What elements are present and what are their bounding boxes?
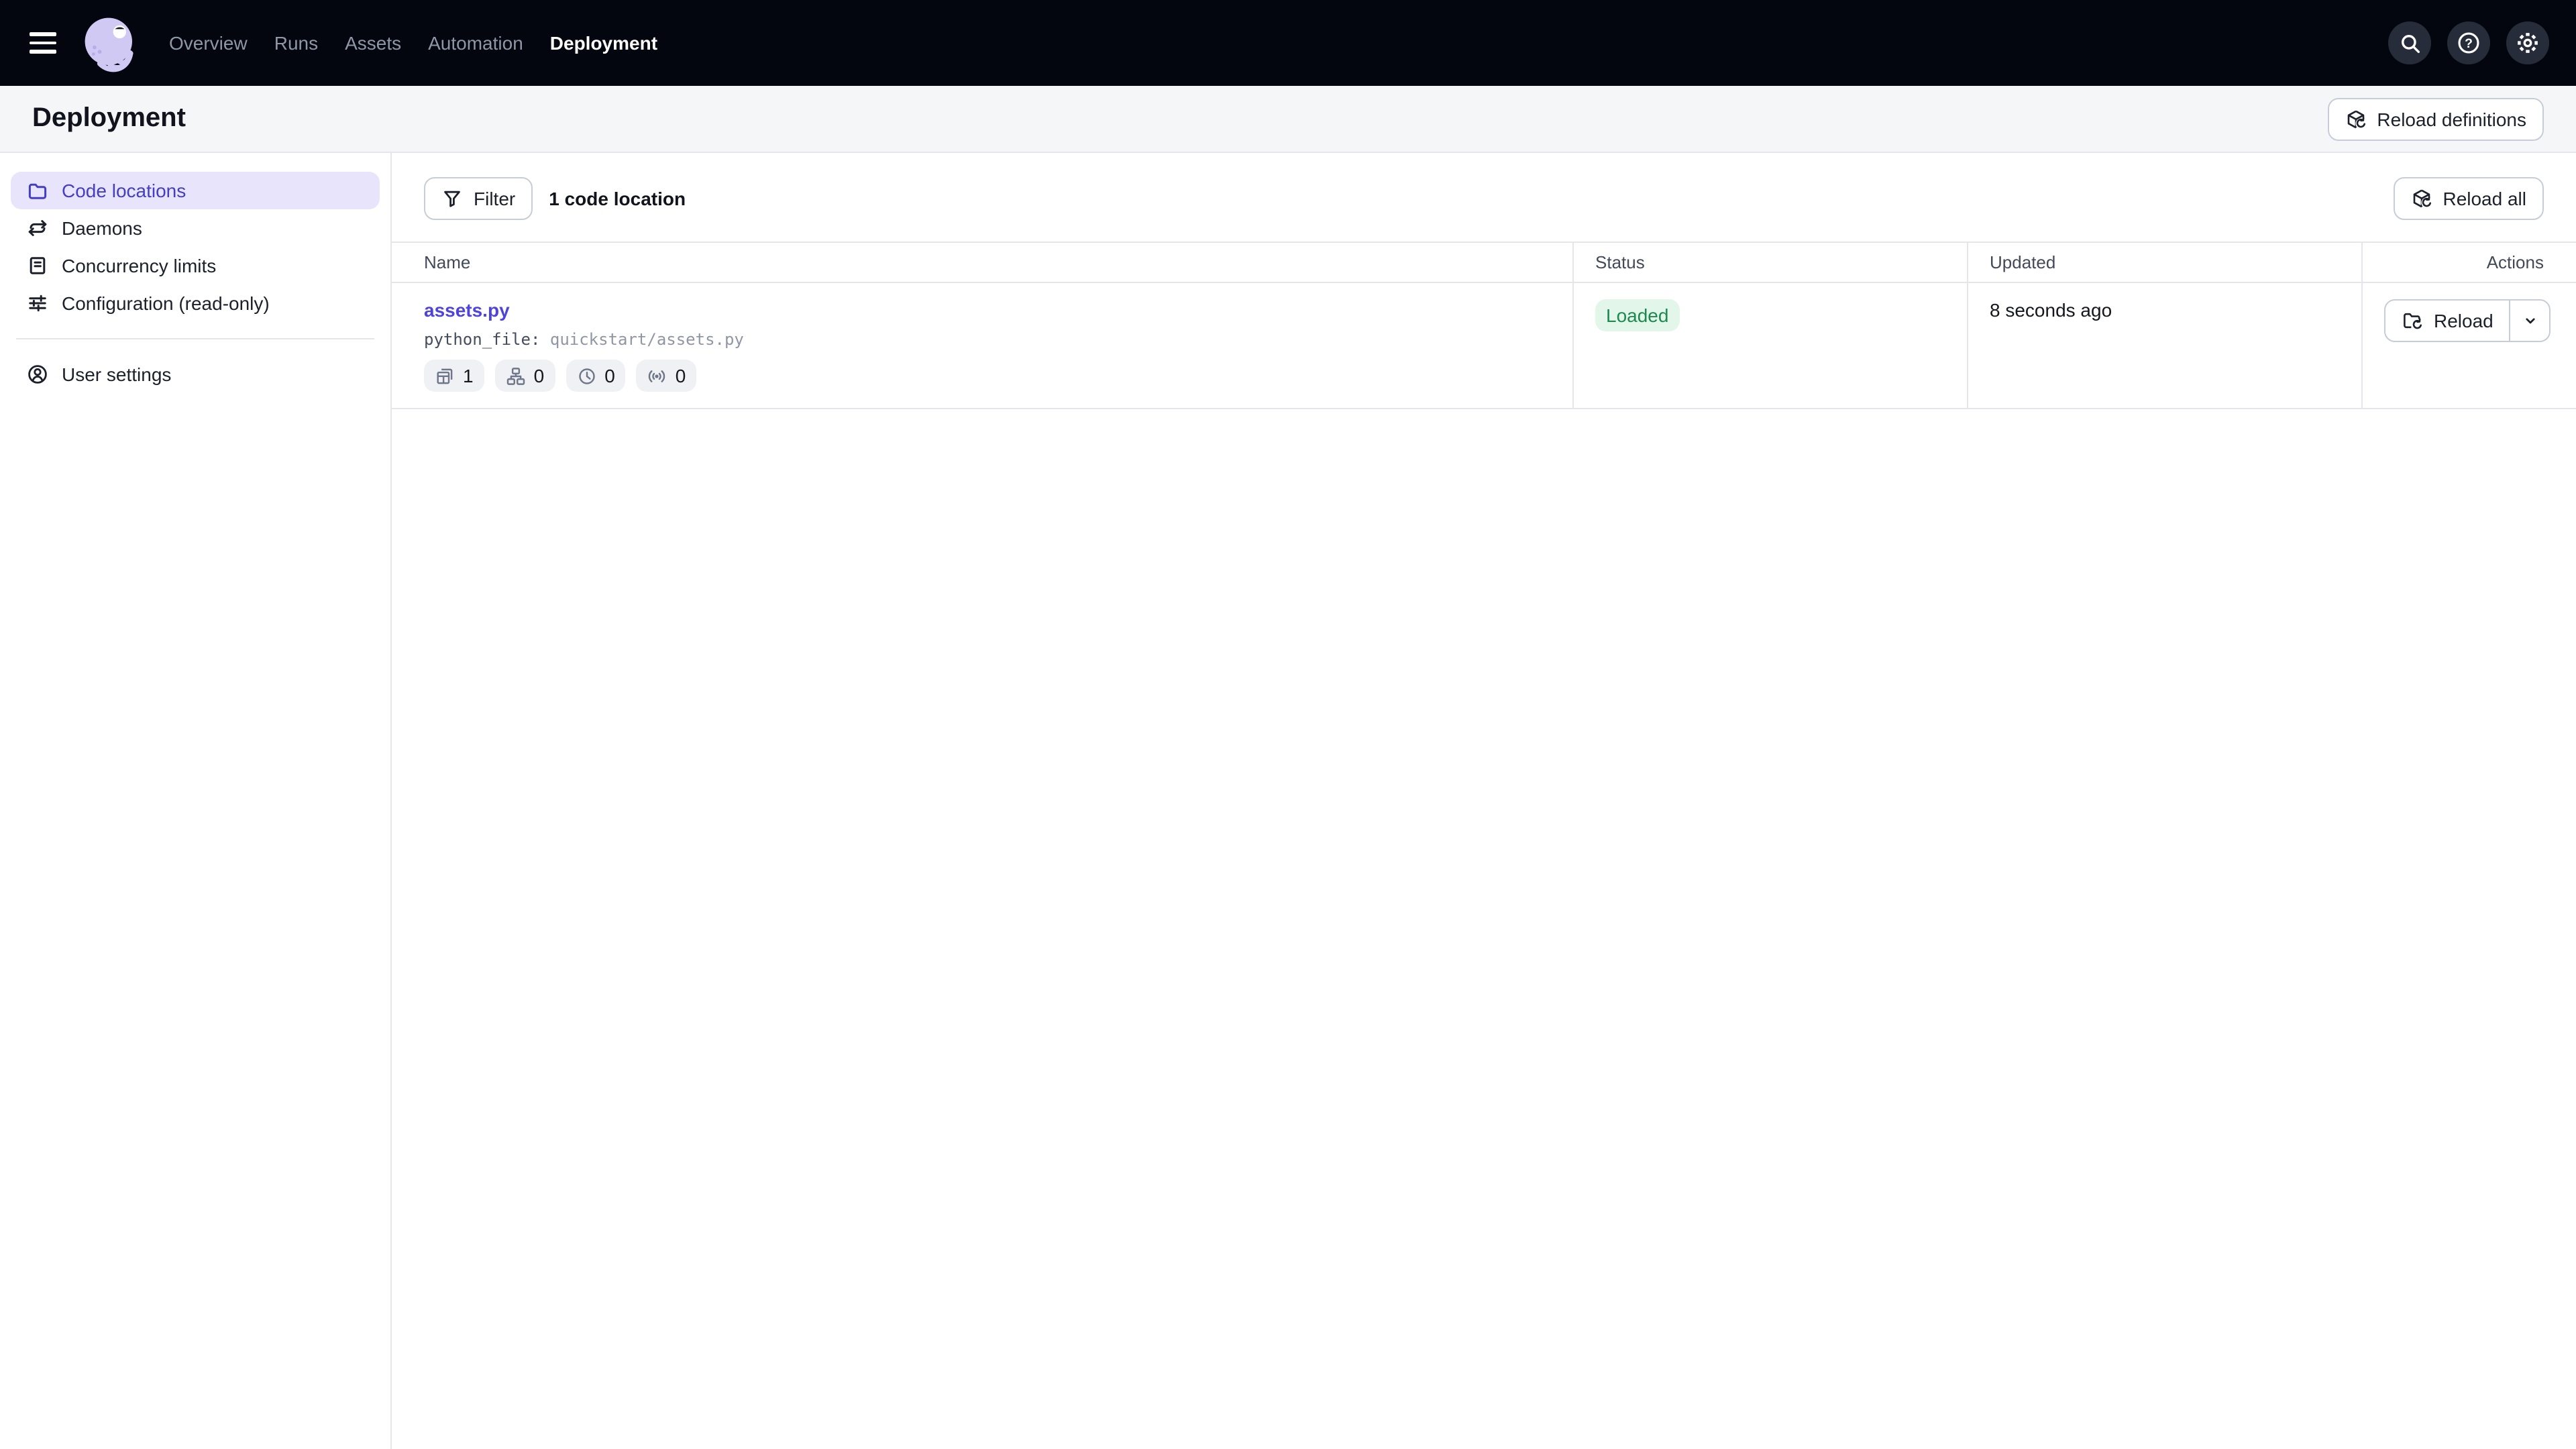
reload-options-button[interactable] <box>2510 301 2550 341</box>
assets-count-badge: 1 <box>424 360 484 392</box>
job-graph-icon <box>506 366 526 386</box>
updated-timestamp: 8 seconds ago <box>1990 299 2112 321</box>
actions-cell: Reload <box>2361 283 2576 408</box>
reload-split-button: Reload <box>2384 299 2551 342</box>
code-location-definition: python_file: quickstart/assets.py <box>424 330 1551 349</box>
box-reload-icon <box>2410 188 2432 209</box>
sliders-icon <box>27 292 48 314</box>
page-title: Deployment <box>32 103 186 134</box>
assets-count: 1 <box>463 365 474 386</box>
status-cell: Loaded <box>1572 283 1967 408</box>
column-header-name: Name <box>392 243 1572 282</box>
column-header-updated: Updated <box>1967 243 2361 282</box>
folder-reload-icon <box>2402 310 2423 331</box>
sidebar-item-label: Concurrency limits <box>62 255 216 276</box>
user-icon <box>27 364 48 385</box>
sidebar-item-label: Daemons <box>62 217 142 239</box>
asset-table-icon <box>435 366 455 386</box>
sidebar-item-code-locations[interactable]: Code locations <box>11 172 380 209</box>
sensors-count-badge: 0 <box>637 360 697 392</box>
settings-button[interactable] <box>2506 21 2549 64</box>
dagster-logo <box>80 13 140 72</box>
nav-utility-buttons: ? <box>2388 21 2549 64</box>
help-icon: ? <box>2457 31 2481 55</box>
folder-icon <box>27 180 48 201</box>
reload-definitions-button[interactable]: Reload definitions <box>2327 97 2544 140</box>
sidebar-item-configuration[interactable]: Configuration (read-only) <box>11 284 380 322</box>
search-button[interactable] <box>2388 21 2431 64</box>
box-reload-icon <box>2345 108 2366 129</box>
column-header-actions: Actions <box>2361 243 2576 282</box>
updated-cell: 8 seconds ago <box>1967 283 2361 408</box>
nav-assets[interactable]: Assets <box>331 21 415 64</box>
filter-label: Filter <box>474 188 515 209</box>
count-badges: 1 0 <box>424 360 1551 392</box>
sensor-icon <box>647 366 667 386</box>
svg-text:?: ? <box>2465 36 2473 51</box>
definition-key: python_file: <box>424 330 540 349</box>
top-nav: Overview Runs Assets Automation Deployme… <box>0 0 2576 86</box>
sidebar-divider <box>16 338 374 339</box>
reload-button[interactable]: Reload <box>2385 301 2510 341</box>
column-header-status: Status <box>1572 243 1967 282</box>
nav-automation[interactable]: Automation <box>415 21 537 64</box>
toolbar: Filter 1 code location Reload all <box>392 153 2576 241</box>
jobs-count: 0 <box>534 365 545 386</box>
filter-button[interactable]: Filter <box>424 177 533 220</box>
repeat-icon <box>27 217 48 239</box>
schedule-clock-icon <box>576 366 596 386</box>
code-location-link[interactable]: assets.py <box>424 299 510 321</box>
reload-definitions-label: Reload definitions <box>2377 108 2526 129</box>
jobs-count-badge: 0 <box>495 360 555 392</box>
nav-runs[interactable]: Runs <box>261 21 331 64</box>
code-location-count: 1 code location <box>549 188 686 209</box>
content-area: Code locations Daemons Concurrency limit… <box>0 153 2576 1449</box>
sidebar-item-label: Code locations <box>62 180 186 201</box>
nav-deployment[interactable]: Deployment <box>537 21 671 64</box>
help-button[interactable]: ? <box>2447 21 2490 64</box>
sensors-count: 0 <box>676 365 686 386</box>
document-icon <box>27 255 48 276</box>
page-header: Deployment Reload definitions <box>0 86 2576 153</box>
schedules-count-badge: 0 <box>566 360 626 392</box>
code-locations-main: Filter 1 code location Reload all Name S… <box>392 153 2576 1449</box>
definition-value: quickstart/assets.py <box>550 330 744 349</box>
reload-all-button[interactable]: Reload all <box>2393 177 2544 220</box>
search-icon <box>2398 32 2421 54</box>
status-badge: Loaded <box>1595 299 1679 331</box>
name-cell: assets.py python_file: quickstart/assets… <box>392 283 1572 408</box>
primary-nav: Overview Runs Assets Automation Deployme… <box>156 21 671 64</box>
sidebar-item-daemons[interactable]: Daemons <box>11 209 380 247</box>
sidebar-item-label: Configuration (read-only) <box>62 292 270 314</box>
sidebar-item-label: User settings <box>62 364 171 385</box>
reload-button-label: Reload <box>2434 310 2493 331</box>
nav-overview[interactable]: Overview <box>156 21 261 64</box>
menu-icon <box>30 33 56 36</box>
menu-button[interactable] <box>16 16 70 70</box>
funnel-icon <box>441 188 463 209</box>
reload-all-label: Reload all <box>2443 188 2526 209</box>
table-header: Name Status Updated Actions <box>392 241 2576 283</box>
table-row: assets.py python_file: quickstart/assets… <box>392 283 2576 409</box>
gear-icon <box>2516 31 2540 55</box>
app-window: Overview Runs Assets Automation Deployme… <box>0 0 2576 1449</box>
chevron-down-icon <box>2522 313 2538 329</box>
deployment-sidebar: Code locations Daemons Concurrency limit… <box>0 153 392 1449</box>
sidebar-item-concurrency-limits[interactable]: Concurrency limits <box>11 247 380 284</box>
schedules-count: 0 <box>604 365 615 386</box>
sidebar-item-user-settings[interactable]: User settings <box>11 356 380 393</box>
